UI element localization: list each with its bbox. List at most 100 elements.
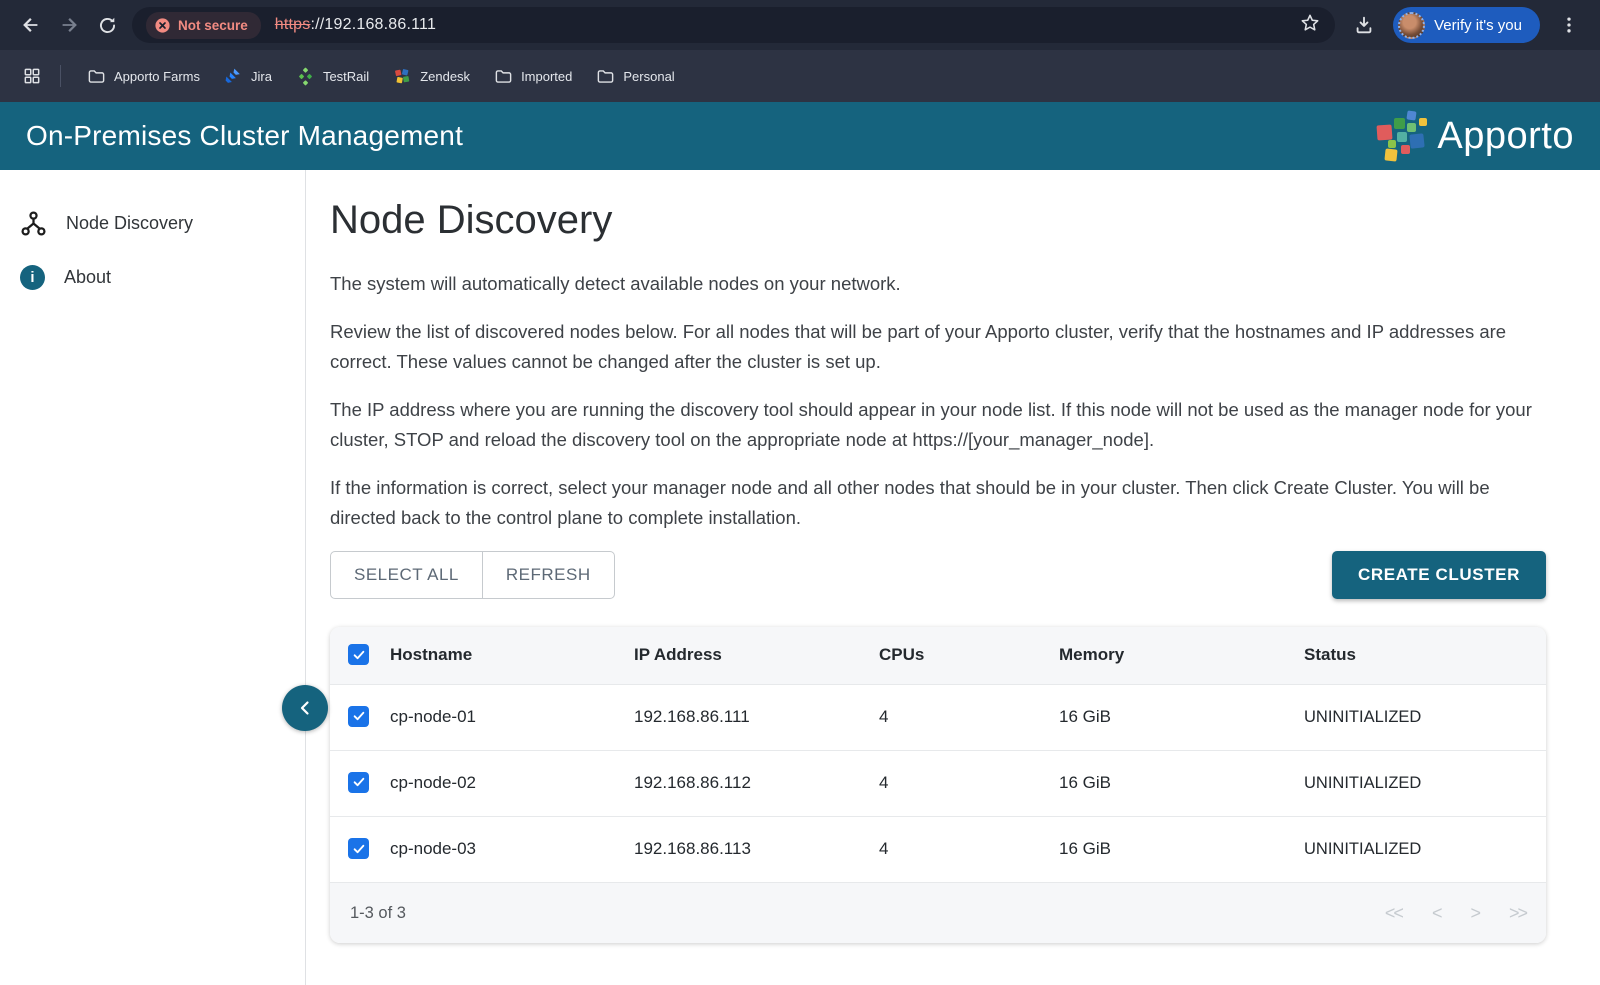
nodes-table-card: Hostname IP Address CPUs Memory Status (330, 627, 1546, 943)
verify-profile-button[interactable]: Verify it's you (1393, 7, 1540, 43)
main-panel: Node Discovery The system will automatic… (306, 170, 1600, 985)
pagination-controls: << < > >> (1385, 903, 1526, 924)
browser-menu-button[interactable] (1550, 6, 1588, 44)
apporto-logo-icon (1377, 109, 1429, 163)
row-checkbox[interactable] (348, 706, 369, 727)
select-all-checkbox[interactable] (348, 644, 369, 665)
apps-grid-icon (22, 66, 42, 86)
row-checkbox[interactable] (348, 838, 369, 859)
apporto-brand: Apporto (1377, 109, 1574, 163)
select-all-button[interactable]: SELECT ALL (331, 552, 482, 598)
table-controls: SELECT ALL REFRESH CREATE CLUSTER (330, 551, 1546, 599)
create-cluster-button[interactable]: CREATE CLUSTER (1332, 551, 1546, 599)
folder-icon (596, 67, 615, 86)
cell-status: UNINITIALIZED (1304, 684, 1546, 750)
column-header-ip: IP Address (634, 627, 879, 684)
column-header-memory: Memory (1059, 627, 1304, 684)
url-rest: ://192.168.86.111 (310, 16, 436, 33)
back-button[interactable] (12, 6, 50, 44)
bookmarks-divider (60, 65, 61, 87)
reload-button[interactable] (88, 6, 126, 44)
review-paragraph: Review the list of discovered nodes belo… (330, 317, 1546, 377)
folder-icon (87, 67, 106, 86)
bookmark-label: Apporto Farms (114, 69, 200, 84)
kebab-menu-icon (1559, 15, 1579, 35)
last-page-button[interactable]: >> (1509, 903, 1526, 924)
star-icon (1299, 12, 1321, 34)
row-checkbox[interactable] (348, 772, 369, 793)
cell-cpus: 4 (879, 750, 1059, 816)
table-row[interactable]: cp-node-03 192.168.86.113 4 16 GiB UNINI… (330, 816, 1546, 882)
bookmark-jira[interactable]: Jira (212, 61, 284, 91)
cell-cpus: 4 (879, 816, 1059, 882)
table-footer: 1-3 of 3 << < > >> (330, 882, 1546, 943)
column-header-status: Status (1304, 627, 1546, 684)
table-row[interactable]: cp-node-02 192.168.86.112 4 16 GiB UNINI… (330, 750, 1546, 816)
column-header-hostname: Hostname (390, 627, 634, 684)
create-cluster-paragraph: If the information is correct, select yo… (330, 473, 1546, 533)
page-title: Node Discovery (330, 198, 1546, 243)
back-icon (20, 14, 42, 36)
bookmark-label: Jira (251, 69, 272, 84)
bookmark-star-button[interactable] (1299, 12, 1321, 39)
download-button[interactable] (1345, 6, 1383, 44)
chevron-left-icon (293, 696, 317, 720)
not-secure-icon (154, 17, 171, 34)
sidebar-item-label: Node Discovery (66, 213, 193, 234)
pagination-range: 1-3 of 3 (350, 904, 406, 923)
cell-ip: 192.168.86.113 (634, 816, 879, 882)
browser-toolbar: Not secure https://192.168.86.111 Verify… (0, 0, 1600, 50)
check-icon (352, 709, 366, 723)
security-chip[interactable]: Not secure (146, 12, 261, 39)
first-page-button[interactable]: << (1385, 903, 1402, 924)
cell-ip: 192.168.86.111 (634, 684, 879, 750)
forward-icon (58, 14, 80, 36)
node-hub-icon (20, 210, 47, 237)
column-header-cpus: CPUs (879, 627, 1059, 684)
sidebar-collapse-button[interactable] (282, 685, 328, 731)
testrail-icon (296, 67, 315, 86)
bookmark-apporto-farms[interactable]: Apporto Farms (75, 61, 212, 91)
bookmark-personal[interactable]: Personal (584, 61, 686, 91)
apps-grid-button[interactable] (16, 60, 48, 92)
forward-button[interactable] (50, 6, 88, 44)
refresh-button[interactable]: REFRESH (482, 552, 614, 598)
cell-memory: 16 GiB (1059, 816, 1304, 882)
cell-memory: 16 GiB (1059, 750, 1304, 816)
reload-icon (97, 15, 118, 36)
nodes-table: Hostname IP Address CPUs Memory Status (330, 627, 1546, 882)
sidebar-item-label: About (64, 267, 111, 288)
url-scheme: https (275, 16, 311, 33)
bookmark-label: Personal (623, 69, 674, 84)
download-icon (1353, 14, 1375, 36)
sidebar-item-about[interactable]: i About (0, 251, 305, 304)
cell-memory: 16 GiB (1059, 684, 1304, 750)
cell-cpus: 4 (879, 684, 1059, 750)
folder-icon (494, 67, 513, 86)
address-bar[interactable]: Not secure https://192.168.86.111 (132, 7, 1335, 43)
check-icon (352, 648, 366, 662)
security-label: Not secure (178, 18, 248, 33)
app-title: On-Premises Cluster Management (26, 120, 463, 152)
prev-page-button[interactable]: < (1432, 903, 1441, 924)
cell-ip: 192.168.86.112 (634, 750, 879, 816)
cell-hostname: cp-node-02 (390, 750, 634, 816)
cell-status: UNINITIALIZED (1304, 816, 1546, 882)
jira-icon (224, 67, 243, 86)
bookmark-label: Imported (521, 69, 572, 84)
sidebar: Node Discovery i About (0, 170, 306, 985)
verify-label: Verify it's you (1434, 17, 1522, 34)
table-header-row: Hostname IP Address CPUs Memory Status (330, 627, 1546, 684)
url-text: https://192.168.86.111 (275, 16, 436, 34)
info-icon: i (20, 265, 45, 290)
bookmark-label: TestRail (323, 69, 369, 84)
next-page-button[interactable]: > (1470, 903, 1479, 924)
cell-hostname: cp-node-03 (390, 816, 634, 882)
table-row[interactable]: cp-node-01 192.168.86.111 4 16 GiB UNINI… (330, 684, 1546, 750)
bookmark-imported[interactable]: Imported (482, 61, 584, 91)
intro-paragraph: The system will automatically detect ava… (330, 269, 1546, 299)
bookmark-testrail[interactable]: TestRail (284, 61, 381, 91)
bookmarks-bar: Apporto Farms Jira TestRail Zendesk Impo… (0, 50, 1600, 102)
bookmark-zendesk[interactable]: Zendesk (381, 61, 482, 91)
sidebar-item-node-discovery[interactable]: Node Discovery (0, 196, 305, 251)
